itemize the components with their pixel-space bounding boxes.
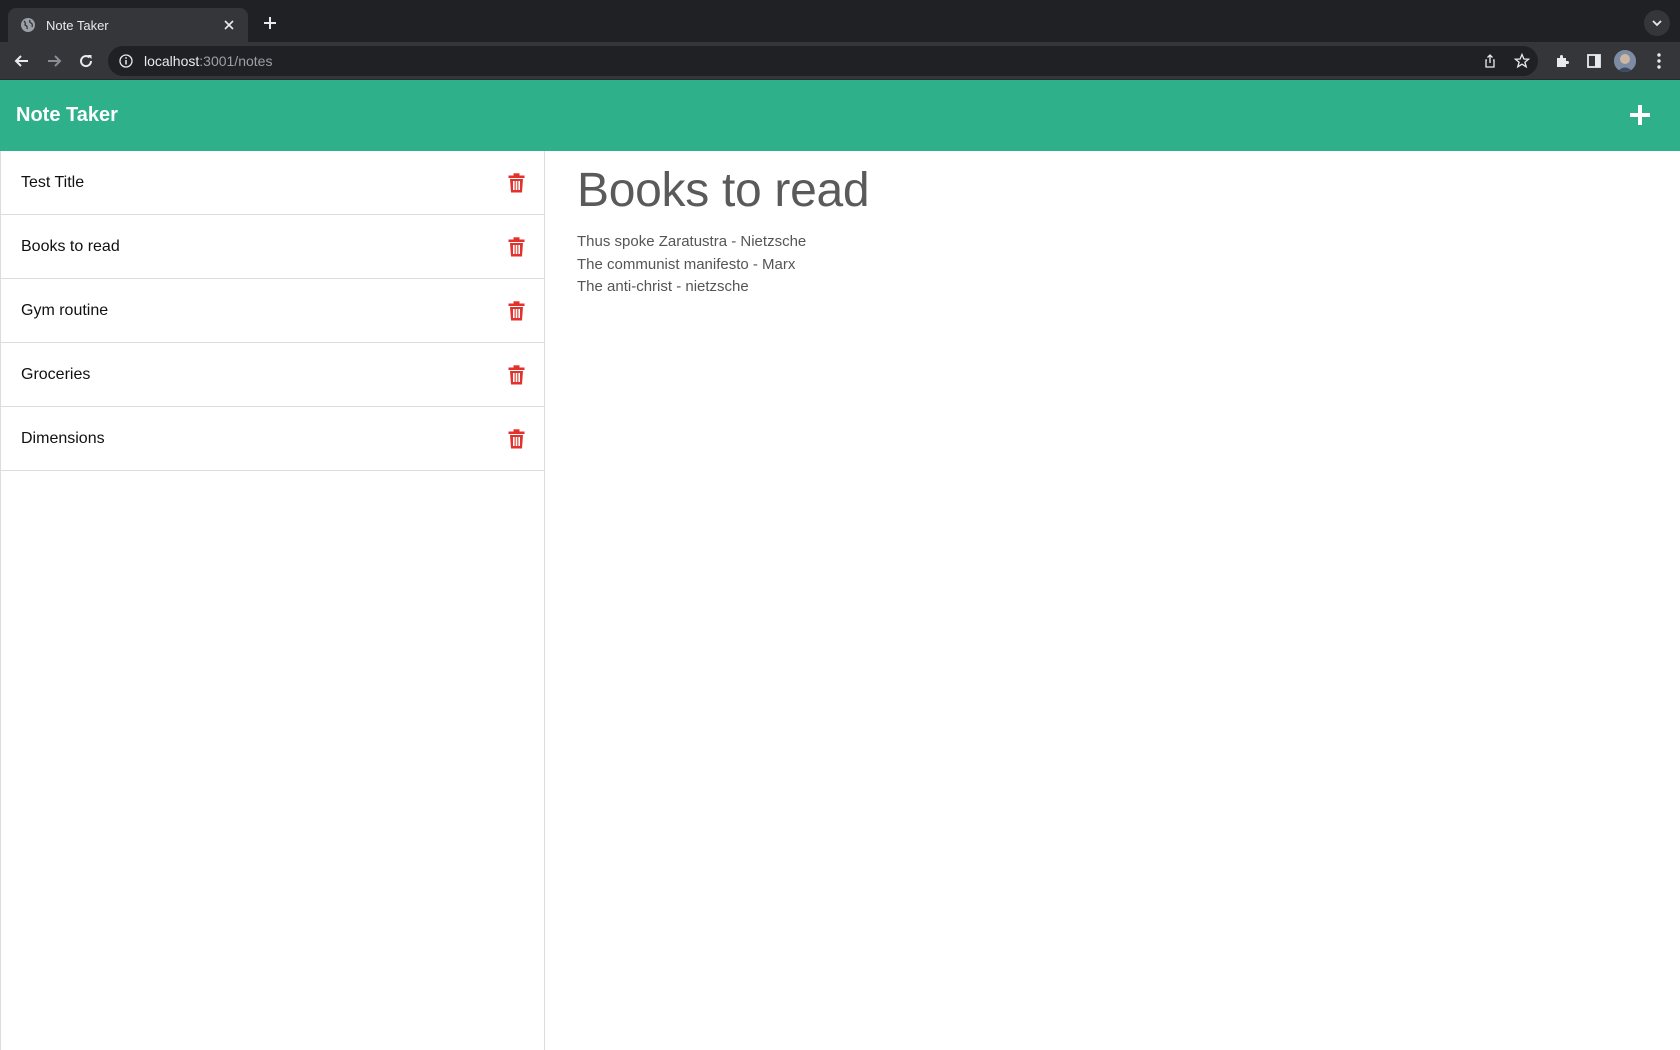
list-item[interactable]: Gym routine — [1, 279, 544, 343]
app-navbar: Note Taker — [0, 80, 1680, 151]
extensions-icon[interactable] — [1550, 49, 1574, 73]
list-item[interactable]: Test Title — [1, 151, 544, 215]
tab-search-button[interactable] — [1644, 10, 1670, 36]
site-info-icon[interactable] — [118, 53, 134, 69]
url-path: :3001/notes — [199, 53, 273, 69]
tab-title: Note Taker — [46, 17, 109, 33]
browser-tab[interactable]: Note Taker — [8, 8, 248, 42]
list-item[interactable]: Books to read — [1, 215, 544, 279]
note-title: Dimensions — [21, 429, 105, 447]
note-text-line: The anti-christ - nietzsche — [577, 278, 749, 295]
note-title-heading[interactable]: Books to read — [577, 157, 1650, 225]
reload-icon — [80, 55, 93, 68]
share-icon[interactable] — [1474, 46, 1506, 76]
chevron-down-icon — [1652, 20, 1662, 27]
more-menu-icon[interactable] — [1647, 49, 1671, 73]
notes-sidebar: Test Title Books to read Gym routine Gro… — [0, 151, 545, 1050]
profile-avatar[interactable] — [1614, 50, 1636, 72]
note-title: Test Title — [21, 173, 85, 191]
list-item[interactable]: Dimensions — [1, 407, 544, 471]
note-view: Books to read Thus spoke Zaratustra - Ni… — [546, 151, 1680, 1050]
note-title: Books to read — [21, 237, 120, 255]
url-host: localhost — [144, 53, 200, 69]
list-item[interactable]: Groceries — [1, 343, 544, 407]
trash-icon[interactable] — [506, 172, 526, 194]
forward-button[interactable] — [42, 49, 66, 73]
star-icon[interactable] — [1506, 46, 1538, 76]
trash-icon[interactable] — [506, 364, 526, 386]
note-list: Test Title Books to read Gym routine Gro… — [1, 151, 544, 471]
note-title: Gym routine — [21, 301, 109, 319]
trash-icon[interactable] — [506, 300, 526, 322]
browser-toolbar: localhost:3001/notes — [0, 42, 1680, 80]
trash-icon[interactable] — [506, 428, 526, 450]
note-title: Groceries — [21, 365, 91, 383]
reload-button[interactable] — [74, 49, 98, 73]
arrow-left-icon — [14, 55, 28, 67]
arrow-right-icon — [48, 55, 62, 67]
back-button[interactable] — [10, 49, 34, 73]
browser-tab-bar: Note Taker — [0, 0, 1680, 42]
close-icon[interactable] — [220, 16, 238, 34]
address-bar[interactable]: localhost:3001/notes — [108, 46, 1538, 76]
note-text[interactable]: Thus spoke Zaratustra - Nietzsche The co… — [577, 231, 1650, 299]
brand-link[interactable]: Note Taker — [16, 80, 118, 151]
new-note-button[interactable] — [1626, 101, 1654, 129]
plus-icon — [1630, 105, 1650, 125]
side-panel-icon[interactable] — [1582, 49, 1606, 73]
trash-icon[interactable] — [506, 236, 526, 258]
globe-icon — [20, 17, 36, 33]
new-tab-button[interactable] — [258, 11, 282, 35]
note-text-line: The communist manifesto - Marx — [577, 255, 796, 273]
note-text-line: Thus spoke Zaratustra - Nietzsche — [577, 233, 807, 250]
